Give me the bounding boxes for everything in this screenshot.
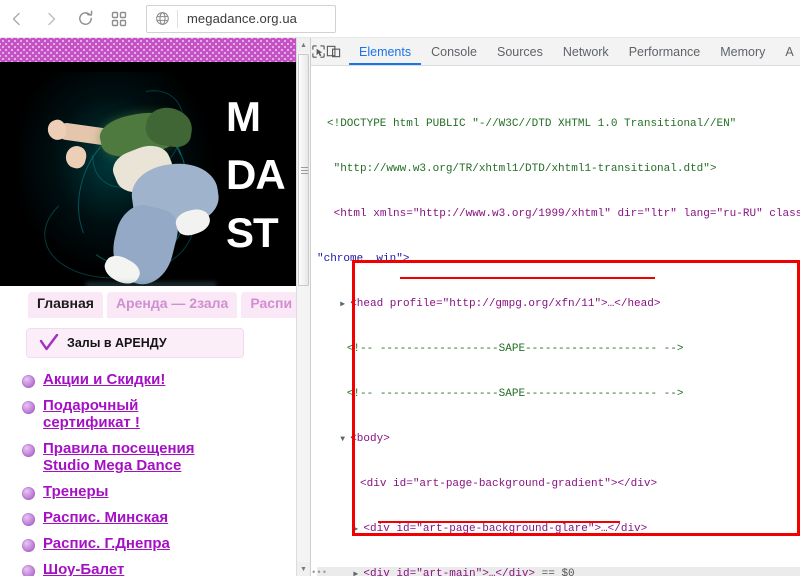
code-line[interactable]: ▼<body> — [317, 432, 800, 447]
menu-item[interactable]: Распис. Г.Днепра — [22, 535, 272, 552]
site-sidebar-menu: Акции и Скидки! Подарочный сертификат ! … — [22, 371, 272, 576]
rent-halls-banner[interactable]: Залы в АРЕНДУ — [26, 328, 244, 358]
code-line[interactable]: "chrome win"> — [317, 252, 800, 267]
menu-link-trenery[interactable]: Тренеры — [43, 483, 108, 500]
apps-grid-icon[interactable] — [102, 2, 136, 36]
bullet-icon — [22, 487, 35, 500]
scroll-up-arrow-icon[interactable]: ▲ — [297, 38, 310, 52]
menu-link-sertifikat[interactable]: Подарочный сертификат ! — [43, 397, 140, 431]
expand-triangle-icon[interactable]: ▶ — [340, 297, 348, 312]
devtools-toolbar: Elements Console Sources Network Perform… — [311, 38, 800, 66]
bullet-icon — [22, 401, 35, 414]
code-line[interactable]: "http://www.w3.org/TR/xhtml1/DTD/xhtml1-… — [317, 162, 800, 177]
doctype-line-1: <!DOCTYPE html PUBLIC "-//W3C//DTD XHTML… — [327, 118, 736, 130]
address-bar[interactable]: megadance.org.ua — [146, 5, 336, 33]
screenshot-root: megadance.org.ua — [0, 0, 800, 576]
body-open-tag: <body> — [350, 433, 390, 445]
html-open-tag: <html xmlns="http://www.w3.org/1999/xhtm… — [334, 208, 800, 220]
code-line[interactable]: ▶<div id="art-page-background-glare">…</… — [317, 522, 800, 537]
bullet-icon — [22, 444, 35, 457]
doctype-line-2: "http://www.w3.org/TR/xhtml1/DTD/xhtml1-… — [334, 163, 717, 175]
check-mark-icon — [39, 334, 59, 352]
rent-halls-label: Залы в АРЕНДУ — [67, 336, 167, 350]
head-node: <head profile="http://gmpg.org/xfn/11">…… — [350, 298, 660, 310]
code-line[interactable]: ▶<head profile="http://gmpg.org/xfn/11">… — [317, 297, 800, 312]
site-tab-arenda[interactable]: Аренда — 2зала — [107, 292, 237, 318]
expand-triangle-icon[interactable]: ▶ — [353, 567, 361, 576]
tab-elements[interactable]: Elements — [349, 38, 421, 65]
site-hero-banner: M DA ST — [0, 62, 296, 286]
dancer-illustration — [36, 86, 226, 286]
tab-console[interactable]: Console — [421, 38, 487, 65]
forward-button[interactable] — [34, 2, 68, 36]
hero-title: M DA ST — [226, 88, 296, 262]
menu-item[interactable]: Тренеры — [22, 483, 272, 500]
tab-memory[interactable]: Memory — [710, 38, 775, 65]
html-class-value: "chrome win"> — [317, 253, 409, 265]
menu-link-akcii[interactable]: Акции и Скидки! — [43, 371, 165, 388]
bullet-icon — [22, 513, 35, 526]
tab-network[interactable]: Network — [553, 38, 619, 65]
site-content-area: Залы в АРЕНДУ Акции и Скидки! Подарочный… — [0, 319, 296, 576]
menu-item[interactable]: Шоу-Балет — [22, 561, 272, 576]
hero-title-line: DA — [226, 146, 296, 204]
scrollbar-grip-icon — [301, 167, 308, 174]
scrollbar-thumb[interactable] — [298, 54, 309, 286]
globe-icon — [147, 11, 177, 26]
expand-triangle-icon[interactable]: ▶ — [353, 522, 361, 537]
selected-node-marker: == $0 — [535, 568, 575, 576]
code-line[interactable]: <!-- ------------------SAPE-------------… — [317, 387, 800, 402]
inspect-element-icon[interactable] — [311, 39, 326, 65]
bullet-icon — [22, 375, 35, 388]
bullet-icon — [22, 539, 35, 552]
code-line-selected[interactable]: ▶<div id="art-main">…</div> == $0 — [317, 567, 800, 576]
code-line[interactable]: <html xmlns="http://www.w3.org/1999/xhtm… — [317, 207, 800, 222]
hero-title-line: M — [226, 88, 296, 146]
code-line[interactable]: <!DOCTYPE html PUBLIC "-//W3C//DTD XHTML… — [317, 117, 800, 132]
sape-comment-2: <!-- ------------------SAPE-------------… — [347, 388, 684, 400]
sape-comment-1: <!-- ------------------SAPE-------------… — [347, 343, 684, 355]
tab-performance[interactable]: Performance — [619, 38, 711, 65]
browser-toolbar: megadance.org.ua — [0, 0, 800, 38]
reload-button[interactable] — [68, 2, 102, 36]
code-line[interactable]: <div id="art-page-background-gradient"><… — [317, 477, 800, 492]
page-scrollbar[interactable]: ▲ ▼ — [296, 38, 310, 576]
web-page-viewport: M DA ST Главная Аренда — 2зала Распи Зал… — [0, 38, 310, 576]
red-underline-hidden-div — [400, 277, 655, 279]
menu-link-raspis-minskaya[interactable]: Распис. Минская — [43, 509, 168, 526]
bullet-icon — [22, 565, 35, 576]
hero-title-line: ST — [226, 204, 296, 262]
menu-link-raspis-dnepra[interactable]: Распис. Г.Днепра — [43, 535, 170, 552]
menu-item[interactable]: Подарочный сертификат ! — [22, 397, 272, 431]
menu-item[interactable]: Правила посещения Studio Mega Dance — [22, 440, 272, 474]
scroll-down-arrow-icon[interactable]: ▼ — [297, 562, 310, 576]
div-gradient-node: <div id="art-page-background-gradient"><… — [360, 478, 657, 490]
site-nav-tabs: Главная Аренда — 2зала Распи — [0, 291, 296, 319]
collapse-triangle-icon[interactable]: ▼ — [340, 432, 348, 447]
menu-link-shou-balet[interactable]: Шоу-Балет — [43, 561, 124, 576]
menu-item[interactable]: Распис. Минская — [22, 509, 272, 526]
site-tab-raspis[interactable]: Распи — [241, 292, 301, 318]
site-tab-glavnaya[interactable]: Главная — [28, 292, 103, 318]
menu-link-pravila[interactable]: Правила посещения Studio Mega Dance — [43, 440, 195, 474]
red-underline-iframe-src — [378, 521, 620, 523]
device-toolbar-icon[interactable] — [326, 39, 341, 65]
devtools-panel: Elements Console Sources Network Perform… — [310, 38, 800, 576]
tab-sources[interactable]: Sources — [487, 38, 553, 65]
div-main-node: <div id="art-main">…</div> — [363, 568, 535, 576]
div-glare-node: <div id="art-page-background-glare">…</d… — [363, 523, 647, 535]
menu-item[interactable]: Акции и Скидки! — [22, 371, 272, 388]
site-top-band — [0, 38, 296, 62]
tab-application[interactable]: A — [775, 38, 800, 65]
code-line[interactable]: <!-- ------------------SAPE-------------… — [317, 342, 800, 357]
url-text: megadance.org.ua — [178, 11, 297, 26]
back-button[interactable] — [0, 2, 34, 36]
elements-dom-tree[interactable]: <!DOCTYPE html PUBLIC "-//W3C//DTD XHTML… — [311, 66, 800, 576]
